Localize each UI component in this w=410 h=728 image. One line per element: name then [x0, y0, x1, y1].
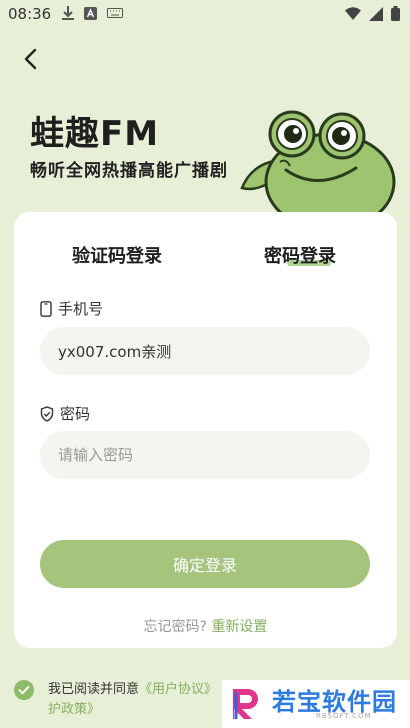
frog-mascot-illustration [240, 110, 396, 220]
password-input[interactable] [40, 431, 370, 479]
agreement-prefix: 我已阅读并同意 [48, 682, 140, 697]
agreement-text: 我已阅读并同意《用户协议》 护政策》 [48, 680, 238, 720]
reset-password-link[interactable]: 重新设置 [211, 619, 267, 635]
phone-label: 手机号 [58, 300, 104, 318]
forgot-password-text: 忘记密码? [143, 619, 207, 635]
status-time: 08:36 [8, 5, 52, 23]
keyboard-icon [107, 8, 123, 18]
confirm-login-button[interactable]: 确定登录 [40, 540, 370, 588]
password-label: 密码 [60, 405, 91, 423]
battery-icon [391, 6, 400, 21]
wifi-icon [345, 7, 361, 20]
phone-icon [40, 300, 52, 317]
forgot-password-row: 忘记密码? 重新设置 [14, 616, 397, 636]
status-bar: 08:36 [0, 0, 410, 28]
password-label-row: 密码 [40, 403, 90, 424]
tab-code-login[interactable]: 验证码登录 [72, 242, 162, 268]
back-arrow-icon[interactable] [16, 44, 46, 74]
status-notification-icons [62, 6, 123, 20]
app-a-icon [84, 6, 97, 20]
agreement-checkbox[interactable] [14, 680, 34, 700]
download-icon [62, 6, 74, 20]
phone-input[interactable] [40, 327, 370, 375]
site-watermark: 若宝软件园 RBSOFT.COM [222, 680, 410, 728]
app-title: 蛙趣FM [30, 114, 160, 154]
tab-password-login[interactable]: 密码登录 [264, 242, 336, 268]
phone-label-row: 手机号 [40, 298, 103, 319]
privacy-policy-link[interactable]: 护政策》 [48, 702, 100, 717]
watermark-logo-icon [233, 689, 258, 719]
check-icon [18, 685, 30, 695]
watermark-site: RBSOFT.COM [316, 712, 372, 720]
shield-check-icon [40, 405, 54, 422]
login-card: 验证码登录 密码登录 手机号 密码 确定登录 忘记密码? 重新设置 [14, 212, 397, 648]
status-system-icons [345, 6, 400, 21]
app-subtitle: 畅听全网热播高能广播剧 [30, 161, 228, 181]
user-agreement-link[interactable]: 《用户协议》 [139, 682, 217, 697]
signal-icon [369, 6, 383, 21]
